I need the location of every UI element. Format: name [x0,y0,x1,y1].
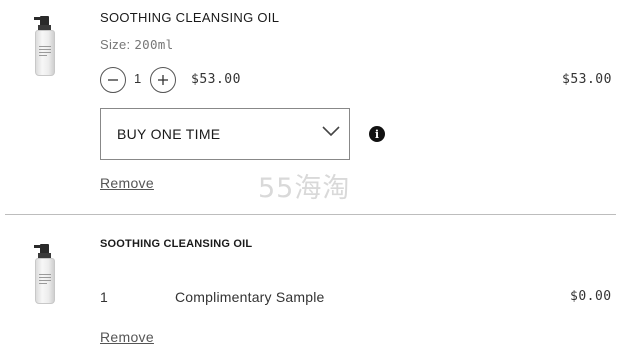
line-total: $0.00 [570,289,612,304]
quantity-value: 1 [100,289,108,305]
sample-description: Complimentary Sample [175,289,325,305]
minus-icon [108,79,118,81]
product-name[interactable]: SOOTHING CLEANSING OIL [100,10,279,25]
remove-link[interactable]: Remove [100,175,154,191]
plus-icon [158,75,168,85]
product-size: Size: 200ml [100,37,173,52]
purchase-option-value: BUY ONE TIME [117,126,221,142]
decrease-quantity-button[interactable] [100,67,126,93]
size-label: Size: [100,37,131,52]
product-image[interactable] [30,16,60,78]
product-image[interactable] [30,244,60,306]
purchase-option-select[interactable]: BUY ONE TIME [100,108,350,160]
size-value: 200ml [134,37,174,52]
quantity-value: 1 [134,71,142,86]
remove-link[interactable]: Remove [100,329,154,345]
line-total: $53.00 [562,72,612,87]
product-name[interactable]: SOOTHING CLEANSING OIL [100,238,252,250]
increase-quantity-button[interactable] [150,67,176,93]
item-divider [5,214,616,215]
info-icon[interactable]: i [369,126,385,142]
watermark: 55海淘 [258,173,351,204]
unit-price: $53.00 [191,72,241,87]
chevron-down-icon [322,126,340,137]
